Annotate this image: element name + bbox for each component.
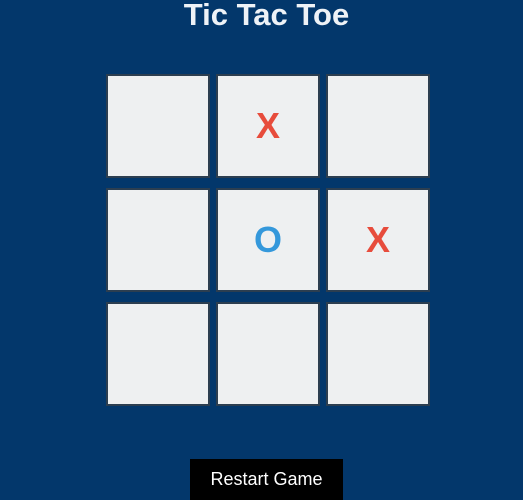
restart-game-button[interactable]: Restart Game [190,459,343,500]
game-title: Tic Tac Toe [183,0,350,32]
game-board: X O X [106,74,430,406]
board-cell[interactable]: O [216,188,320,292]
board-cell[interactable]: X [216,74,320,178]
board-cell[interactable] [326,302,430,406]
board-cell[interactable] [106,302,210,406]
board-cell[interactable] [326,74,430,178]
board-cell[interactable] [106,188,210,292]
board-cell[interactable] [106,74,210,178]
board-cell[interactable] [216,302,320,406]
board-cell[interactable]: X [326,188,430,292]
